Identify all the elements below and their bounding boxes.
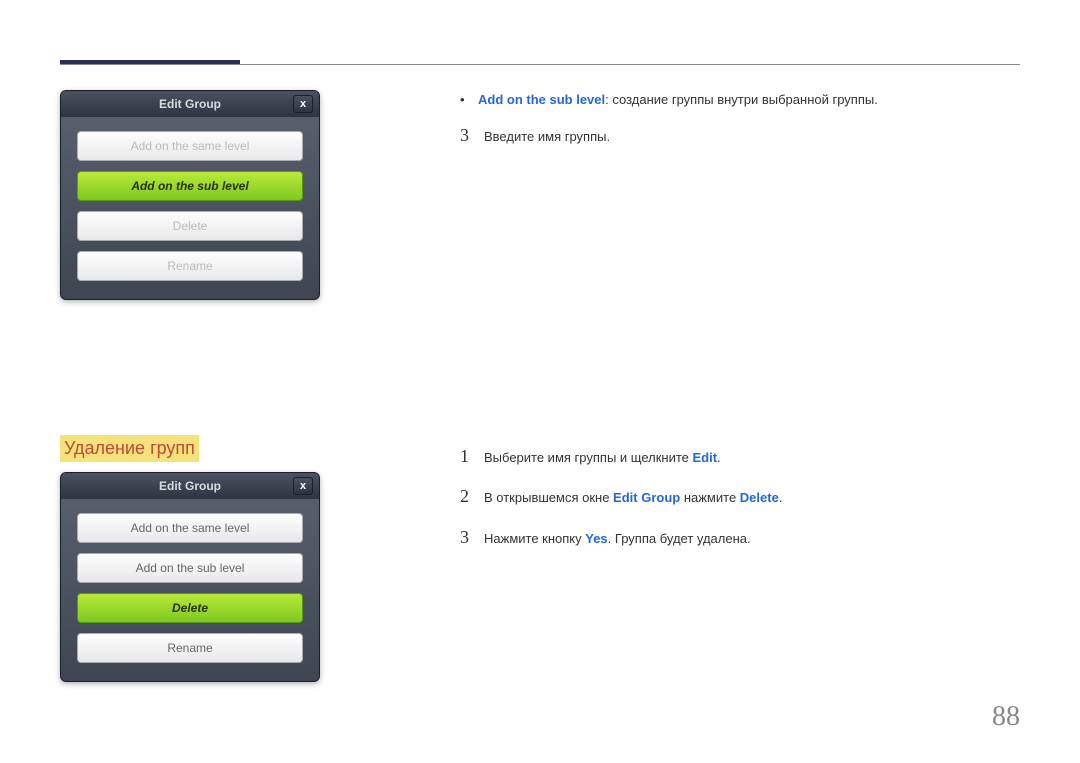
add-same-level-button[interactable]: Add on the same level — [77, 131, 303, 161]
step-text: Нажмите кнопку Yes. Группа будет удалена… — [484, 529, 751, 550]
t: . — [779, 490, 783, 505]
rename-button[interactable]: Rename — [77, 633, 303, 663]
add-same-level-button[interactable]: Add on the same level — [77, 513, 303, 543]
hl: Yes — [585, 531, 607, 546]
hl: Edit — [692, 450, 717, 465]
page-content: Edit Group x Add on the same level Add o… — [60, 90, 1020, 712]
step-number: 2 — [460, 482, 484, 511]
t: Выберите имя группы и щелкните — [484, 450, 692, 465]
edit-group-dialog-2: Edit Group x Add on the same level Add o… — [60, 472, 320, 682]
step-text: Выберите имя группы и щелкните Edit. — [484, 448, 721, 469]
step-text: В открывшемся окне Edit Group нажмите De… — [484, 488, 782, 509]
step-1: 1 Выберите имя группы и щелкните Edit. — [460, 442, 1020, 471]
edit-group-dialog-1: Edit Group x Add on the same level Add o… — [60, 90, 320, 300]
page-number: 88 — [992, 701, 1020, 733]
bullet-rest: : создание группы внутри выбранной групп… — [605, 92, 878, 107]
add-sub-level-button[interactable]: Add on the sub level — [77, 171, 303, 201]
step-3: 3 Введите имя группы. — [460, 121, 1020, 150]
left-column: Edit Group x Add on the same level Add o… — [60, 90, 440, 712]
t: В открывшемся окне — [484, 490, 613, 505]
t: . — [717, 450, 721, 465]
delete-button[interactable]: Delete — [77, 593, 303, 623]
t: . Группа будет удалена. — [608, 531, 751, 546]
dialog-title-text: Edit Group — [159, 479, 221, 493]
step-number: 3 — [460, 121, 484, 150]
step-2: 2 В открывшемся окне Edit Group нажмите … — [460, 482, 1020, 511]
rename-button[interactable]: Rename — [77, 251, 303, 281]
bullet-item: • Add on the sub level: создание группы … — [460, 90, 1020, 111]
bullet-text: Add on the sub level: создание группы вн… — [478, 90, 878, 111]
dialog-title: Edit Group x — [61, 473, 319, 499]
right-column: • Add on the sub level: создание группы … — [440, 90, 1020, 712]
dialog-body: Add on the same level Add on the sub lev… — [61, 117, 319, 299]
hl: Delete — [740, 490, 779, 505]
delete-button[interactable]: Delete — [77, 211, 303, 241]
step-text: Введите имя группы. — [484, 127, 610, 148]
t: Нажмите кнопку — [484, 531, 585, 546]
dialog-title: Edit Group x — [61, 91, 319, 117]
add-sub-level-button[interactable]: Add on the sub level — [77, 553, 303, 583]
dialog-title-text: Edit Group — [159, 97, 221, 111]
header-divider — [60, 64, 1020, 65]
bullet-highlight: Add on the sub level — [478, 92, 605, 107]
hl: Edit Group — [613, 490, 680, 505]
bullet-dot: • — [460, 90, 478, 111]
step-3: 3 Нажмите кнопку Yes. Группа будет удале… — [460, 523, 1020, 552]
dialog-body: Add on the same level Add on the sub lev… — [61, 499, 319, 681]
step-number: 3 — [460, 523, 484, 552]
t: нажмите — [680, 490, 740, 505]
close-icon[interactable]: x — [293, 477, 313, 495]
close-icon[interactable]: x — [293, 95, 313, 113]
section-heading-delete: Удаление групп — [60, 435, 199, 462]
step-number: 1 — [460, 442, 484, 471]
